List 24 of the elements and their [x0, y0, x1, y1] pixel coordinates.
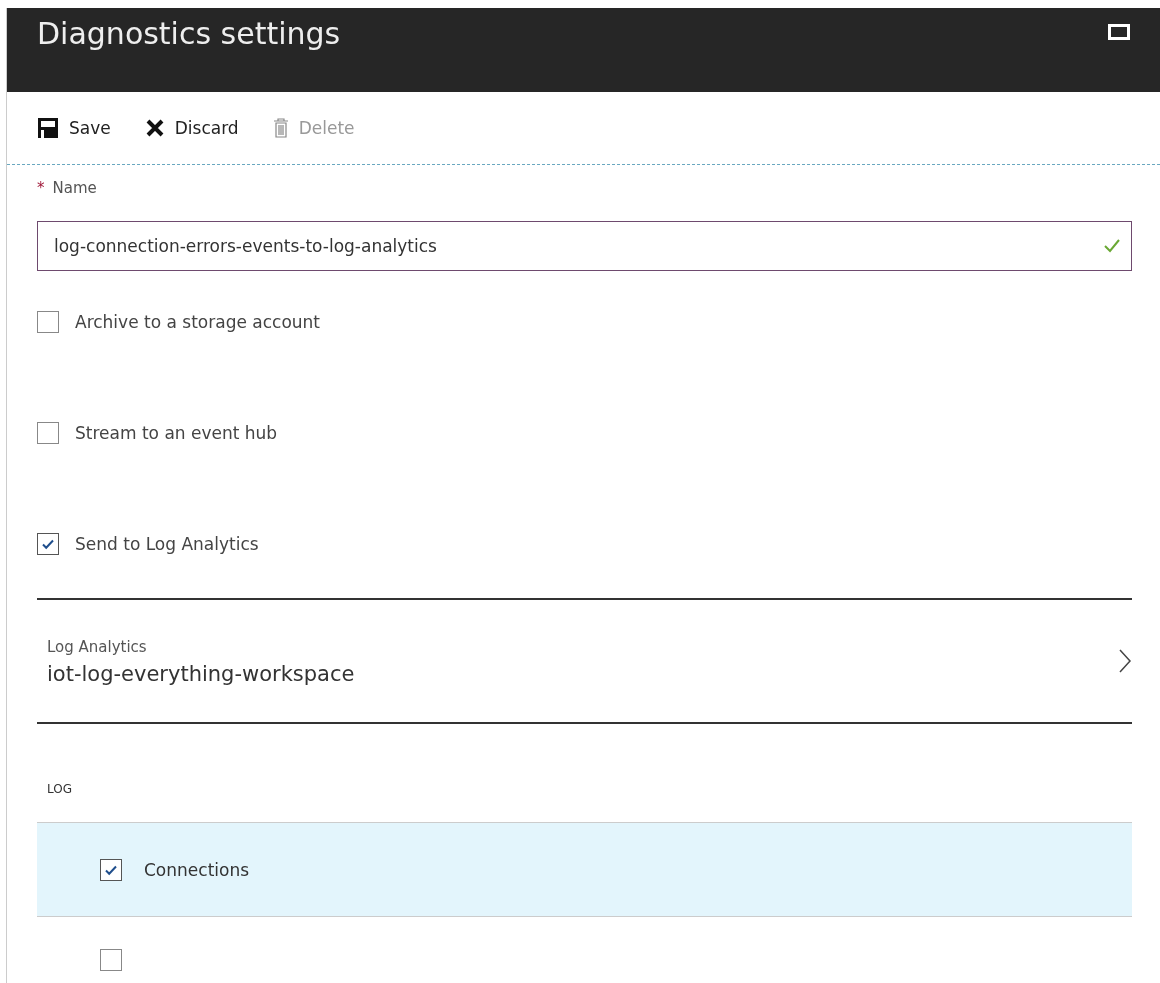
section-heading: LOG	[46, 781, 73, 798]
checkbox[interactable]	[100, 858, 122, 881]
checkbox[interactable]	[37, 310, 59, 333]
checkbox[interactable]	[100, 949, 122, 971]
workspace-selector[interactable]: Log Analytics iot-log-everything-workspace	[37, 598, 1132, 724]
checkbox-label: Send to Log Analytics	[75, 533, 259, 554]
selector-label: Log Analytics	[47, 637, 147, 656]
selector-value: iot-log-everything-workspace	[47, 661, 355, 686]
save-icon	[37, 117, 59, 139]
checkbox-label: Archive to a storage account	[75, 311, 320, 332]
close-icon	[144, 118, 165, 138]
log-row[interactable]: Connections	[37, 822, 1132, 917]
checkbox[interactable]	[37, 421, 59, 444]
checkbox-label: Stream to an event hub	[75, 422, 278, 443]
maximize-icon[interactable]	[1108, 24, 1130, 40]
name-field[interactable]: log-connection-errors-events-to-log-analytics	[37, 221, 1132, 271]
save-button[interactable]: Save	[37, 113, 111, 143]
chevron-right-icon	[1118, 648, 1132, 674]
required-asterisk: *	[37, 179, 45, 197]
discard-button[interactable]: Discard	[144, 114, 239, 142]
field-label: Name	[52, 179, 97, 197]
checkbox[interactable]	[37, 532, 59, 555]
blade-title: Diagnostics settings	[37, 16, 341, 51]
trash-icon	[272, 118, 289, 138]
